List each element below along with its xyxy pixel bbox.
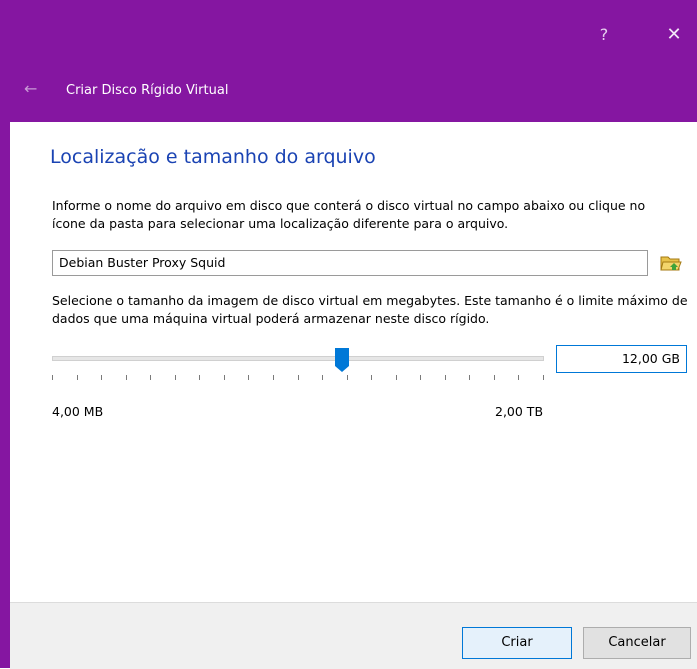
slider-tick <box>494 375 495 380</box>
slider-tick <box>420 375 421 380</box>
file-description: Informe o nome do arquivo em disco que c… <box>52 198 646 231</box>
range-max-label: 2,00 TB <box>495 404 544 419</box>
folder-icon <box>660 256 682 271</box>
slider-tick <box>322 375 323 380</box>
slider-tick <box>298 375 299 380</box>
title-bar: ? ✕ ← Criar Disco Rígido Virtual <box>10 0 697 122</box>
window-title: Criar Disco Rígido Virtual <box>66 83 229 98</box>
help-icon: ? <box>599 25 609 44</box>
size-slider[interactable] <box>52 348 544 378</box>
back-button[interactable]: ← <box>24 79 37 98</box>
slider-tick <box>445 375 446 380</box>
close-icon: ✕ <box>666 24 682 45</box>
content-area: Localização e tamanho do arquivo Informe… <box>10 122 697 602</box>
slider-tick <box>273 375 274 380</box>
slider-tick <box>543 375 544 380</box>
cancel-button[interactable]: Cancelar <box>583 627 691 659</box>
slider-tick <box>101 375 102 380</box>
slider-tick <box>248 375 249 380</box>
slider-tick <box>126 375 127 380</box>
slider-track <box>52 356 544 361</box>
button-bar: Criar Cancelar <box>10 602 697 669</box>
slider-handle[interactable] <box>335 348 349 372</box>
slider-tick <box>52 375 53 380</box>
help-button[interactable]: ? <box>589 20 619 50</box>
create-button[interactable]: Criar <box>462 627 572 659</box>
range-min-label: 4,00 MB <box>52 404 104 419</box>
window-left-border <box>0 0 10 668</box>
size-description: Selecione o tamanho da imagem de disco v… <box>52 293 688 326</box>
back-arrow-icon: ← <box>24 79 38 98</box>
page-heading: Localização e tamanho do arquivo <box>50 146 376 168</box>
slider-tick <box>224 375 225 380</box>
slider-ticks <box>52 375 544 381</box>
slider-tick <box>347 375 348 380</box>
dialog-window: ? ✕ ← Criar Disco Rígido Virtual Localiz… <box>0 0 697 669</box>
slider-tick <box>371 375 372 380</box>
slider-tick <box>150 375 151 380</box>
slider-tick <box>77 375 78 380</box>
close-button[interactable]: ✕ <box>659 20 689 50</box>
slider-tick <box>175 375 176 380</box>
size-input[interactable]: 12,00 GB <box>556 345 687 373</box>
slider-tick <box>518 375 519 380</box>
slider-tick <box>199 375 200 380</box>
slider-tick <box>469 375 470 380</box>
slider-tick <box>396 375 397 380</box>
file-name-input[interactable]: Debian Buster Proxy Squid <box>52 250 648 276</box>
choose-folder-button[interactable] <box>660 253 682 273</box>
